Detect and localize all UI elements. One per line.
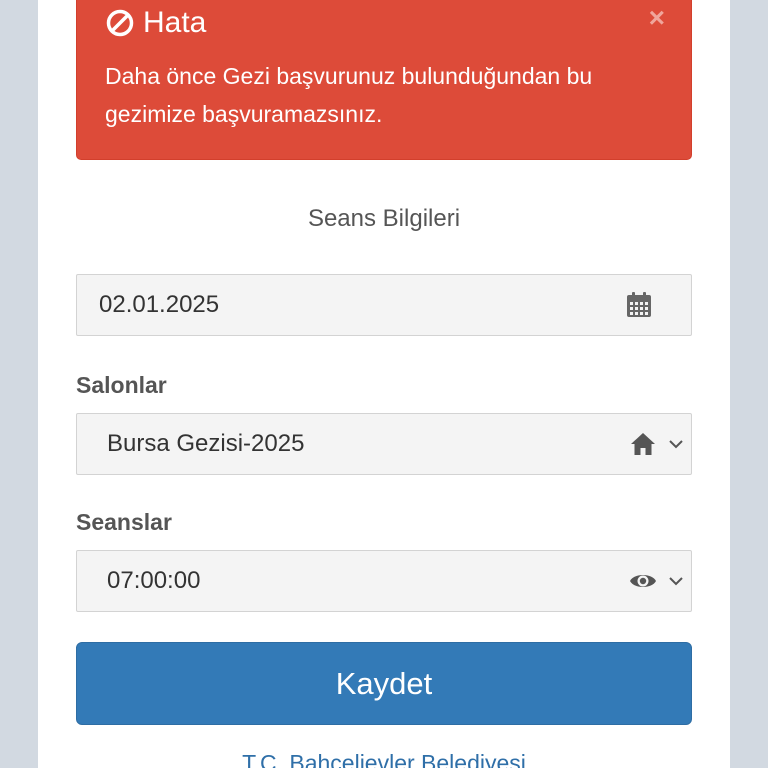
- footer-link[interactable]: T.C. Bahçelievler Belediyesi: [76, 748, 692, 768]
- chevron-down-icon[interactable]: [667, 435, 685, 453]
- date-value: 02.01.2025: [99, 291, 220, 318]
- save-button[interactable]: Kaydet: [76, 642, 692, 725]
- eye-icon: [630, 575, 656, 587]
- salon-select[interactable]: Bursa Gezisi-2025: [76, 413, 692, 475]
- alert-close-button[interactable]: ×: [649, 3, 665, 33]
- date-input[interactable]: 02.01.2025: [76, 274, 692, 336]
- seans-select[interactable]: 07:00:00: [76, 550, 692, 612]
- ban-icon: [106, 9, 134, 37]
- calendar-icon[interactable]: [625, 291, 653, 319]
- alert-title: Hata: [143, 6, 207, 39]
- seans-selected-value: 07:00:00: [107, 567, 201, 594]
- seans-label: Seanslar: [76, 509, 172, 535]
- alert-title-row: Hata: [105, 5, 206, 41]
- alert-message: Daha önce Gezi başvurunuz bulunduğundan …: [105, 63, 593, 127]
- salon-label: Salonlar: [76, 372, 167, 398]
- salon-selected-value: Bursa Gezisi-2025: [107, 430, 305, 457]
- error-alert: Hata × Daha önce Gezi başvurunuz bulundu…: [76, 0, 692, 160]
- section-title: Seans Bilgileri: [307, 205, 461, 232]
- home-icon: [631, 433, 655, 455]
- form-card: Hata × Daha önce Gezi başvurunuz bulundu…: [38, 0, 730, 768]
- chevron-down-icon[interactable]: [667, 572, 685, 590]
